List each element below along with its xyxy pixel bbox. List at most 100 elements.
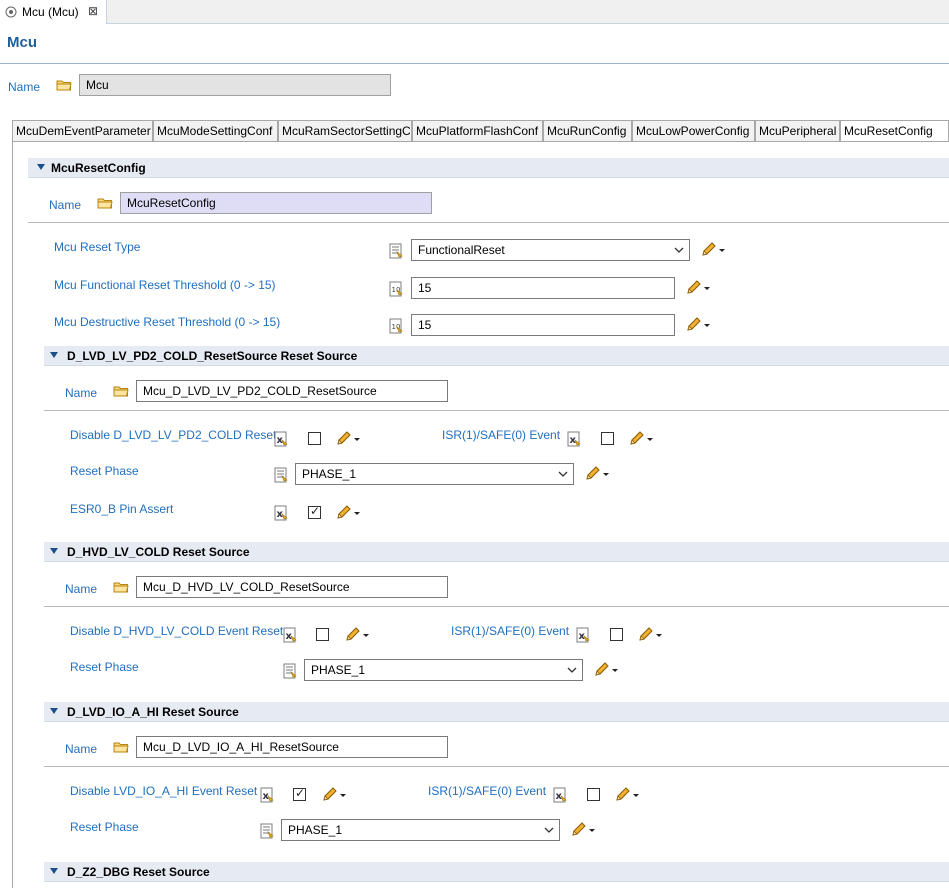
source-name-field[interactable]: Mcu_D_HVD_LV_COLD_ResetSource — [136, 576, 448, 598]
section-header-mcu-reset-config[interactable]: McuResetConfig — [28, 158, 949, 178]
section-header-lvd-io-a-hi[interactable]: D_LVD_IO_A_HI Reset Source — [44, 702, 949, 722]
list-config-icon — [282, 663, 298, 679]
section-title: McuResetConfig — [51, 161, 146, 175]
disable-reset-checkbox[interactable] — [308, 432, 321, 445]
folder-icon[interactable] — [113, 385, 129, 397]
title-divider — [0, 63, 949, 64]
isr-safe-event-checkbox[interactable] — [587, 788, 600, 801]
page-title: Mcu — [7, 34, 37, 51]
reset-config-name-field[interactable]: McuResetConfig — [120, 192, 432, 214]
pencil-edit-icon[interactable] — [335, 505, 361, 521]
select-value: PHASE_1 — [311, 663, 366, 677]
name-label: Name — [65, 386, 98, 400]
boolean-config-icon — [566, 431, 582, 447]
divider — [28, 222, 949, 223]
divider — [44, 410, 949, 411]
source-name-field[interactable]: Mcu_D_LVD_LV_PD2_COLD_ResetSource — [136, 380, 448, 402]
functional-threshold-input[interactable]: 15 — [411, 277, 675, 299]
editor-tab-title: Mcu (Mcu) — [22, 5, 79, 19]
pencil-edit-icon[interactable] — [335, 431, 361, 447]
list-config-icon — [273, 467, 289, 483]
pencil-edit-icon[interactable] — [344, 627, 370, 643]
divider — [44, 766, 949, 767]
reset-config-name-label: Name — [49, 198, 82, 212]
select-value: FunctionalReset — [418, 243, 505, 257]
tab-mcu-mode-setting-conf[interactable]: McuModeSettingConf — [153, 120, 278, 142]
pencil-edit-icon[interactable] — [321, 787, 347, 803]
isr-safe-event-checkbox[interactable] — [610, 628, 623, 641]
tab-mcu-peripheral[interactable]: McuPeripheral — [755, 120, 840, 142]
select-value: PHASE_1 — [288, 823, 343, 837]
functional-threshold-label: Mcu Functional Reset Threshold (0 -> 15) — [54, 278, 276, 292]
destructive-threshold-label: Mcu Destructive Reset Threshold (0 -> 15… — [54, 315, 281, 329]
disable-reset-label: Disable LVD_IO_A_HI Event Reset — [70, 784, 258, 798]
tab-mcu-platform-flash-conf[interactable]: McuPlatformFlashConf — [412, 120, 543, 142]
collapse-triangle-icon[interactable] — [37, 164, 45, 170]
reset-phase-select[interactable]: PHASE_1 — [295, 463, 574, 485]
esr-pin-assert-checkbox[interactable]: ✓ — [308, 504, 321, 519]
tab-mcu-dem-event-parameter[interactable]: McuDemEventParameter — [12, 120, 153, 142]
boolean-config-icon — [273, 431, 289, 447]
reset-phase-label: Reset Phase — [70, 820, 139, 834]
chevron-down-icon — [673, 242, 685, 258]
pencil-edit-icon[interactable] — [614, 787, 640, 803]
number-config-icon — [388, 318, 404, 334]
editor-tab-mcu[interactable]: Mcu (Mcu) ⊠ — [0, 0, 107, 24]
pencil-edit-icon[interactable] — [685, 280, 711, 296]
boolean-config-icon — [282, 627, 298, 643]
reset-phase-select[interactable]: PHASE_1 — [281, 819, 560, 841]
folder-icon[interactable] — [97, 197, 113, 209]
chevron-down-icon — [566, 662, 578, 678]
pencil-edit-icon[interactable] — [685, 317, 711, 333]
divider — [44, 606, 949, 607]
disable-reset-label: Disable D_LVD_LV_PD2_COLD Reset — [70, 428, 277, 442]
boolean-config-icon — [259, 787, 275, 803]
tab-mcu-run-config[interactable]: McuRunConfig — [543, 120, 632, 142]
isr-safe-event-checkbox[interactable] — [601, 432, 614, 445]
list-config-icon — [259, 823, 275, 839]
collapse-triangle-icon[interactable] — [50, 868, 58, 874]
disable-reset-label: Disable D_HVD_LV_COLD Event Reset — [70, 624, 284, 638]
name-field[interactable]: Mcu — [79, 74, 391, 96]
disable-reset-checkbox[interactable] — [316, 628, 329, 641]
mcu-reset-type-label: Mcu Reset Type — [54, 240, 141, 254]
collapse-triangle-icon[interactable] — [50, 352, 58, 358]
section-header-lvd-lv-pd2-cold[interactable]: D_LVD_LV_PD2_COLD_ResetSource Reset Sour… — [44, 346, 949, 366]
pencil-edit-icon[interactable] — [570, 822, 596, 838]
reset-phase-label: Reset Phase — [70, 464, 139, 478]
isr-safe-event-label: ISR(1)/SAFE(0) Event — [428, 784, 547, 798]
destructive-threshold-input[interactable]: 15 — [411, 314, 675, 336]
reset-phase-select[interactable]: PHASE_1 — [304, 659, 583, 681]
close-icon[interactable]: ⊠ — [88, 4, 98, 18]
number-config-icon — [388, 281, 404, 297]
collapse-triangle-icon[interactable] — [50, 548, 58, 554]
chevron-down-icon — [543, 822, 555, 838]
section-title: D_HVD_LV_COLD Reset Source — [67, 545, 250, 559]
mcu-editor-icon — [5, 6, 17, 18]
tab-mcu-ram-sector-setting[interactable]: McuRamSectorSettingC — [278, 120, 412, 142]
name-label: Name — [65, 742, 98, 756]
section-header-z2-dbg[interactable]: D_Z2_DBG Reset Source — [44, 862, 949, 882]
mcu-reset-type-select[interactable]: FunctionalReset — [411, 239, 690, 261]
folder-icon[interactable] — [113, 581, 129, 593]
pencil-edit-icon[interactable] — [700, 242, 726, 258]
tab-mcu-reset-config[interactable]: McuResetConfig — [840, 120, 949, 142]
section-header-hvd-lv-cold[interactable]: D_HVD_LV_COLD Reset Source — [44, 542, 949, 562]
config-tab-strip: McuDemEventParameter McuModeSettingConf … — [12, 120, 949, 142]
name-label: Name — [8, 80, 41, 94]
source-name-field[interactable]: Mcu_D_LVD_IO_A_HI_ResetSource — [136, 736, 448, 758]
pencil-edit-icon[interactable] — [584, 466, 610, 482]
folder-icon[interactable] — [56, 79, 72, 91]
esr-pin-assert-label: ESR0_B Pin Assert — [70, 502, 174, 516]
pencil-edit-icon[interactable] — [637, 627, 663, 643]
disable-reset-checkbox[interactable]: ✓ — [293, 786, 306, 801]
collapse-triangle-icon[interactable] — [50, 708, 58, 714]
folder-icon[interactable] — [113, 741, 129, 753]
section-title: D_Z2_DBG Reset Source — [67, 865, 210, 879]
pencil-edit-icon[interactable] — [628, 431, 654, 447]
isr-safe-event-label: ISR(1)/SAFE(0) Event — [451, 624, 570, 638]
select-value: PHASE_1 — [302, 467, 357, 481]
pencil-edit-icon[interactable] — [593, 662, 619, 678]
section-title: D_LVD_LV_PD2_COLD_ResetSource Reset Sour… — [67, 349, 358, 363]
tab-mcu-low-power-config[interactable]: McuLowPowerConfig — [632, 120, 755, 142]
